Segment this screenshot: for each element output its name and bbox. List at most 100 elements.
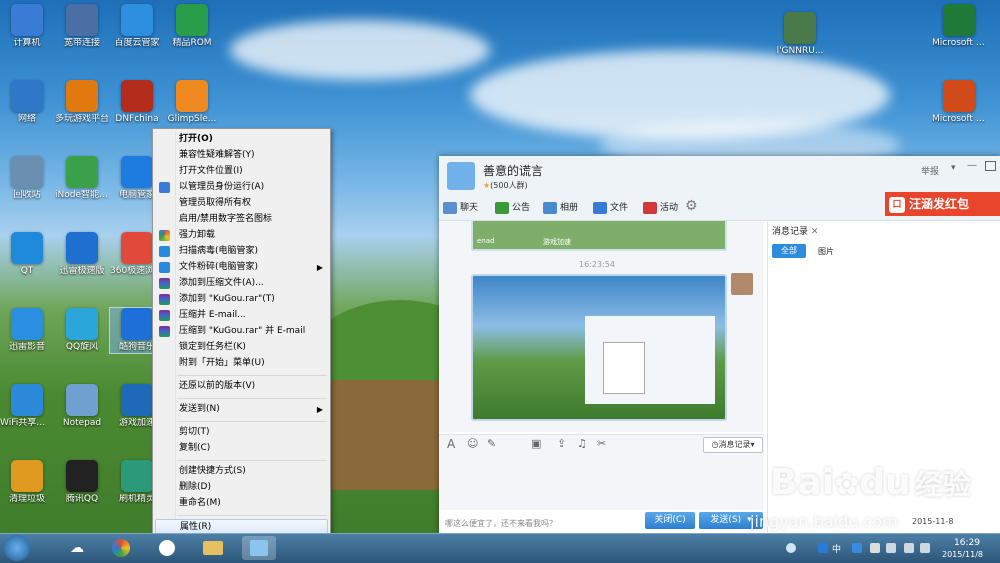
upload-icon[interactable]: ⇪ <box>557 437 566 450</box>
history-tab[interactable]: 消息记录 ✕ <box>772 224 818 237</box>
context-menu-item[interactable]: 打开文件位置(I) <box>155 164 328 179</box>
desktop-icon[interactable]: 精品ROM <box>165 4 219 49</box>
desktop-icon[interactable]: 百度云管家 <box>110 4 164 49</box>
start-button[interactable] <box>4 535 30 561</box>
desktop-icon[interactable]: 回收站 <box>0 156 54 201</box>
context-menu-item[interactable]: 强力卸载 <box>155 228 328 243</box>
desktop-icon[interactable]: iNode智能客户端 <box>55 156 109 201</box>
desktop-icon[interactable]: Microsoft Excel 2010 <box>932 4 986 49</box>
font-icon[interactable]: A <box>447 437 455 451</box>
group-name[interactable]: 善意的谎言 <box>483 162 543 179</box>
tray-shield-icon[interactable] <box>852 543 862 553</box>
music-icon[interactable]: ♫ <box>577 437 587 450</box>
context-menu-item[interactable]: 复制(C) <box>155 441 328 456</box>
chat-tab-1[interactable]: 公告 <box>495 200 530 216</box>
desktop-icon[interactable]: Notepad <box>55 384 109 429</box>
clock-date[interactable]: 2015/11/8 <box>942 550 983 559</box>
filter-images-button[interactable]: 图片 <box>818 246 834 257</box>
menu-separator <box>177 375 327 376</box>
desktop-icon[interactable]: WiFi共享精灵 <box>0 384 54 429</box>
ad-banner[interactable]: 口汪涵发红包 <box>885 192 1000 216</box>
dropdown-icon[interactable]: ▾ <box>951 163 956 173</box>
history-button[interactable]: ◷消息记录▾ <box>703 437 763 453</box>
taskbar-baidu-cloud[interactable]: ☁ <box>60 536 94 560</box>
image-message-prev[interactable]: enad 游戏加速 <box>471 221 727 251</box>
chat-tab-icon <box>443 201 457 214</box>
tray-network-icon[interactable] <box>886 543 896 553</box>
desktop-icon[interactable]: DNFchina <box>110 80 164 125</box>
tray-volume-icon[interactable] <box>904 543 914 553</box>
image-message[interactable] <box>471 274 727 421</box>
context-menu-item[interactable]: 属性(R) <box>155 519 328 534</box>
wifi-icon <box>11 384 43 416</box>
chat-tab-0[interactable]: 聊天 <box>443 200 478 216</box>
desktop-icon[interactable]: 迅雷影音 <box>0 308 54 353</box>
context-menu-item[interactable]: 添加到 "KuGou.rar"(T) <box>155 292 328 307</box>
context-menu-item[interactable]: 压缩并 E-mail... <box>155 308 328 323</box>
context-menu-item[interactable]: 管理员取得所有权 <box>155 196 328 211</box>
magic-icon[interactable]: ✎ <box>487 437 496 450</box>
report-link[interactable]: 举报 <box>921 164 939 177</box>
context-menu-item[interactable]: 锁定到任务栏(K) <box>155 340 328 355</box>
tray-wifi-icon[interactable] <box>786 543 796 553</box>
chat-tab-2[interactable]: 相册 <box>543 200 578 216</box>
chat-tab-3[interactable]: 文件 <box>593 200 628 216</box>
ppt-icon <box>943 80 975 112</box>
context-menu-item[interactable]: 还原以前的版本(V) <box>155 379 328 394</box>
context-menu-item[interactable]: 添加到压缩文件(A)... <box>155 276 328 291</box>
context-menu-item[interactable]: 剪切(T) <box>155 425 328 440</box>
desktop-icon[interactable]: 腾讯QQ <box>55 460 109 505</box>
context-menu-item[interactable]: 发送到(N) ▶ <box>155 402 328 417</box>
desktop-icon[interactable]: l'GNNRU... <box>773 12 827 57</box>
desktop-icon[interactable]: QT <box>0 232 54 277</box>
context-menu-item[interactable]: 打开(O) <box>155 132 328 147</box>
desktop-icon[interactable]: Microsoft PowerPoi... <box>932 80 986 125</box>
taskbar-explorer[interactable] <box>196 536 230 560</box>
minimize-icon[interactable]: — <box>967 160 977 171</box>
desktop-icon[interactable]: 多玩游戏平台 <box>55 80 109 125</box>
tray-extra-icon[interactable] <box>920 543 930 553</box>
maximize-icon[interactable] <box>985 161 996 171</box>
computer-icon <box>11 4 43 36</box>
chat-tab-4[interactable]: 活动 <box>643 200 678 216</box>
clock-time[interactable]: 16:29 <box>954 538 980 548</box>
desktop-icon[interactable]: 清理垃圾 <box>0 460 54 505</box>
context-menu-item[interactable]: 附到「开始」菜单(U) <box>155 356 328 371</box>
desktop-icon[interactable]: 宽带连接 <box>55 4 109 49</box>
context-menu-item[interactable]: 压缩到 "KuGou.rar" 并 E-mail <box>155 324 328 339</box>
tray-qq-icon[interactable] <box>818 543 828 553</box>
context-menu-item[interactable]: 兼容性疑难解答(Y) <box>155 148 328 163</box>
filter-all-button[interactable]: 全部 <box>772 244 806 258</box>
close-icon[interactable]: ✕ <box>811 227 819 237</box>
taskbar-wifi[interactable] <box>150 536 184 560</box>
group-avatar[interactable] <box>447 162 475 190</box>
ime-indicator[interactable]: 中 <box>832 542 841 555</box>
desktop-icon-label: 多玩游戏平台 <box>55 114 109 124</box>
scissors-icon[interactable]: ✂ <box>597 437 606 450</box>
close-button[interactable]: 关闭(C) <box>645 512 695 529</box>
desktop-icon[interactable]: 计算机 <box>0 4 54 49</box>
desktop-icon[interactable]: QQ旋风 <box>55 308 109 353</box>
settings-icon[interactable]: ⚙ <box>685 198 698 214</box>
browser-icon <box>112 539 130 557</box>
context-menu-item[interactable]: 扫描病毒(电脑管家) <box>155 244 328 259</box>
image-icon[interactable]: ▣ <box>531 437 541 450</box>
desktop-icon[interactable]: 迅雷极速版 <box>55 232 109 277</box>
tray-flag-icon[interactable] <box>870 543 880 553</box>
context-menu-item[interactable]: 删除(D) <box>155 480 328 495</box>
emoji-icon[interactable]: ☺ <box>467 437 478 450</box>
desktop-icon[interactable]: 网络 <box>0 80 54 125</box>
whirlwind-icon <box>66 308 98 340</box>
context-menu-item[interactable]: 重命名(M) <box>155 496 328 511</box>
message-input[interactable] <box>439 455 764 510</box>
desktop-icon-label: 迅雷极速版 <box>59 266 105 276</box>
taskbar-360-browser[interactable] <box>104 536 138 560</box>
desktop-icon[interactable]: GlimpSle... <box>165 80 219 125</box>
context-menu-item[interactable]: 以管理员身份运行(A) <box>155 180 328 195</box>
context-menu-item[interactable]: 创建快捷方式(S) <box>155 464 328 479</box>
taskbar-qq-group[interactable] <box>242 536 276 560</box>
sender-avatar[interactable] <box>731 273 753 295</box>
context-menu-item[interactable]: 文件粉碎(电脑管家) ▶ <box>155 260 328 275</box>
message-area[interactable]: enad 游戏加速 16:23:54 <box>439 221 764 432</box>
context-menu-item[interactable]: 启用/禁用数字签名图标 <box>155 212 328 227</box>
